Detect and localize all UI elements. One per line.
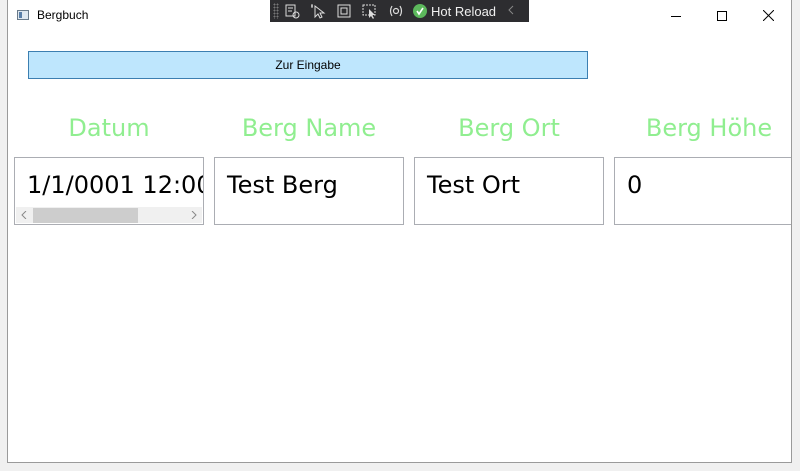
- maximize-button[interactable]: [699, 0, 745, 31]
- track-focused-element-button[interactable]: [357, 0, 383, 22]
- column-header-berg-name: Berg Name: [241, 114, 377, 142]
- minimize-icon: [671, 15, 681, 17]
- adorner-icon: [337, 4, 351, 18]
- datum-field[interactable]: 1/1/0001 12:00:00 AM: [14, 157, 204, 225]
- berg-ort-value: Test Ort: [427, 171, 521, 199]
- zur-eingabe-button[interactable]: Zur Eingabe: [28, 51, 588, 79]
- select-element-button[interactable]: [305, 0, 331, 22]
- app-window-icon: [17, 10, 29, 20]
- column-header-berg-hoehe: Berg Höhe: [645, 114, 773, 142]
- close-icon: [762, 10, 774, 21]
- column-header-berg-ort: Berg Ort: [458, 114, 560, 142]
- binding-failures-button[interactable]: [383, 0, 409, 22]
- scrollbar-thumb[interactable]: [33, 208, 138, 223]
- berg-ort-field[interactable]: Test Ort: [414, 157, 604, 225]
- visual-tree-icon: [285, 4, 300, 19]
- berg-hoehe-value: 0: [627, 171, 643, 199]
- hot-reload-label: Hot Reload: [431, 3, 497, 19]
- binding-icon: [389, 5, 403, 17]
- scroll-left-icon[interactable]: [17, 209, 31, 221]
- horizontal-scrollbar[interactable]: [16, 207, 202, 223]
- cursor-select-icon: [311, 4, 326, 19]
- close-button[interactable]: [745, 0, 791, 31]
- berg-name-field[interactable]: Test Berg: [214, 157, 404, 225]
- column-header-datum: Datum: [68, 114, 150, 142]
- display-layout-adorners-button[interactable]: [331, 0, 357, 22]
- berg-name-value: Test Berg: [227, 171, 338, 199]
- hot-reload-toolbar: Hot Reload: [270, 0, 529, 22]
- hot-reload-status[interactable]: Hot Reload: [413, 4, 496, 19]
- datum-value: 1/1/0001 12:00:00 AM: [27, 171, 203, 199]
- berg-hoehe-field[interactable]: 0: [614, 157, 791, 225]
- track-focus-icon: [362, 4, 376, 19]
- collapse-toolbar-icon[interactable]: [508, 2, 514, 20]
- app-window: Bergbuch Zur Eingabe Datum Berg Name Ber…: [7, 0, 792, 463]
- window-title: Bergbuch: [37, 8, 89, 22]
- maximize-icon: [717, 10, 727, 21]
- scroll-right-icon[interactable]: [187, 209, 201, 221]
- minimize-button[interactable]: [653, 0, 699, 31]
- live-visual-tree-button[interactable]: [279, 0, 305, 22]
- check-circle-icon: [413, 4, 427, 18]
